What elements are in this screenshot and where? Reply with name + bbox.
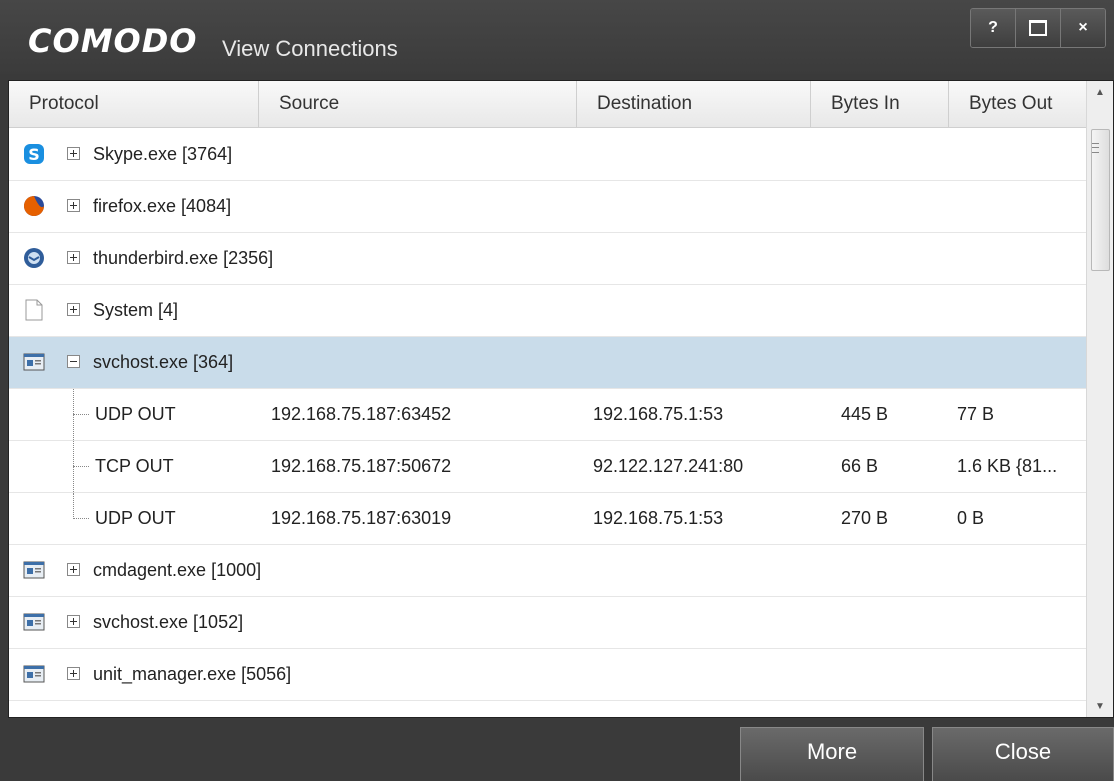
- close-button[interactable]: Close: [932, 727, 1114, 781]
- process-name: System [4]: [93, 300, 179, 320]
- table-header: Protocol Source Destination Bytes In Byt…: [9, 81, 1087, 128]
- process-row-firefox[interactable]: firefox.exe [4084]: [9, 181, 1087, 233]
- connection-row[interactable]: UDP OUT 192.168.75.187:63019 192.168.75.…: [9, 493, 1087, 545]
- expand-toggle[interactable]: [67, 667, 80, 680]
- process-row-system[interactable]: System [4]: [9, 285, 1087, 337]
- process-row-unit-manager[interactable]: unit_manager.exe [5056]: [9, 649, 1087, 701]
- process-name: firefox.exe [4084]: [93, 196, 232, 216]
- tree-line: [73, 466, 89, 467]
- scroll-up-arrow-icon[interactable]: ▲: [1087, 81, 1113, 103]
- column-destination[interactable]: Destination: [577, 81, 811, 127]
- title-bar[interactable]: COMODO View Connections ? ×: [0, 0, 1114, 74]
- connection-destination: 192.168.75.1:53: [593, 508, 724, 528]
- application-icon: [23, 353, 45, 371]
- connection-protocol: UDP OUT: [95, 508, 176, 528]
- application-icon: [23, 665, 45, 683]
- process-name: thunderbird.exe [2356]: [93, 248, 274, 268]
- more-button[interactable]: More: [740, 727, 924, 781]
- expand-toggle[interactable]: [67, 615, 80, 628]
- process-name: Skype.exe [3764]: [93, 144, 233, 164]
- window-controls: ? ×: [970, 8, 1106, 48]
- scroll-down-arrow-icon[interactable]: ▼: [1087, 695, 1113, 717]
- process-row-thunderbird[interactable]: thunderbird.exe [2356]: [9, 233, 1087, 285]
- firefox-icon: [24, 196, 44, 216]
- process-row-svchost-1052[interactable]: svchost.exe [1052]: [9, 597, 1087, 649]
- connection-destination: 192.168.75.1:53: [593, 404, 724, 424]
- close-window-button[interactable]: ×: [1060, 9, 1105, 47]
- expand-toggle[interactable]: [67, 563, 80, 576]
- help-button[interactable]: ?: [971, 9, 1015, 47]
- expand-toggle[interactable]: [67, 303, 80, 316]
- column-protocol[interactable]: Protocol: [9, 81, 259, 127]
- maximize-button[interactable]: [1015, 9, 1060, 47]
- scrollbar-grip-icon: [1092, 143, 1099, 153]
- tree-line: [73, 414, 89, 415]
- skype-icon: S: [24, 144, 44, 164]
- connections-panel: Protocol Source Destination Bytes In Byt…: [8, 80, 1114, 718]
- process-name: svchost.exe [364]: [93, 352, 234, 372]
- comodo-logo: COMODO: [28, 22, 198, 60]
- thunderbird-icon: [24, 248, 44, 268]
- process-name: svchost.exe [1052]: [93, 612, 244, 632]
- connection-bytes-in: 445 B: [841, 404, 889, 424]
- expand-toggle[interactable]: [67, 147, 80, 160]
- document-icon: [25, 299, 43, 321]
- expand-toggle[interactable]: [67, 251, 80, 264]
- collapse-toggle[interactable]: [67, 355, 80, 368]
- tree-line: [73, 493, 74, 519]
- maximize-icon: [1029, 20, 1047, 36]
- process-row-skype[interactable]: S Skype.exe [3764]: [9, 129, 1087, 181]
- connection-bytes-out: 1.6 KB {81...: [957, 456, 1058, 476]
- connection-row[interactable]: UDP OUT 192.168.75.187:63452 192.168.75.…: [9, 389, 1087, 441]
- connection-bytes-in: 270 B: [841, 508, 889, 528]
- process-name: unit_manager.exe [5056]: [93, 664, 292, 684]
- connection-destination: 92.122.127.241:80: [593, 456, 744, 476]
- application-icon: [23, 613, 45, 631]
- application-icon: [23, 561, 45, 579]
- connection-protocol: TCP OUT: [95, 456, 174, 476]
- connection-source: 192.168.75.187:50672: [271, 456, 452, 476]
- process-name: cmdagent.exe [1000]: [93, 560, 262, 580]
- connection-row[interactable]: TCP OUT 192.168.75.187:50672 92.122.127.…: [9, 441, 1087, 493]
- column-bytes-out[interactable]: Bytes Out: [949, 81, 1087, 127]
- connection-source: 192.168.75.187:63452: [271, 404, 452, 424]
- tree-line: [73, 518, 89, 519]
- vertical-scrollbar[interactable]: ▲ ▼: [1086, 81, 1113, 717]
- svg-text:S: S: [28, 145, 40, 164]
- connection-protocol: UDP OUT: [95, 404, 176, 424]
- window-title: View Connections: [222, 36, 398, 61]
- connections-tree: S Skype.exe [3764] firefox.exe [4084] th…: [9, 129, 1087, 701]
- expand-toggle[interactable]: [67, 199, 80, 212]
- connection-bytes-out: 0 B: [957, 508, 985, 528]
- process-row-cmdagent[interactable]: cmdagent.exe [1000]: [9, 545, 1087, 597]
- connection-source: 192.168.75.187:63019: [271, 508, 452, 528]
- process-row-svchost-364[interactable]: svchost.exe [364]: [9, 337, 1087, 389]
- connection-bytes-out: 77 B: [957, 404, 995, 424]
- view-connections-window: COMODO View Connections ? × Protocol Sou…: [0, 0, 1114, 781]
- column-source[interactable]: Source: [259, 81, 577, 127]
- connection-bytes-in: 66 B: [841, 456, 879, 476]
- column-bytes-in[interactable]: Bytes In: [811, 81, 949, 127]
